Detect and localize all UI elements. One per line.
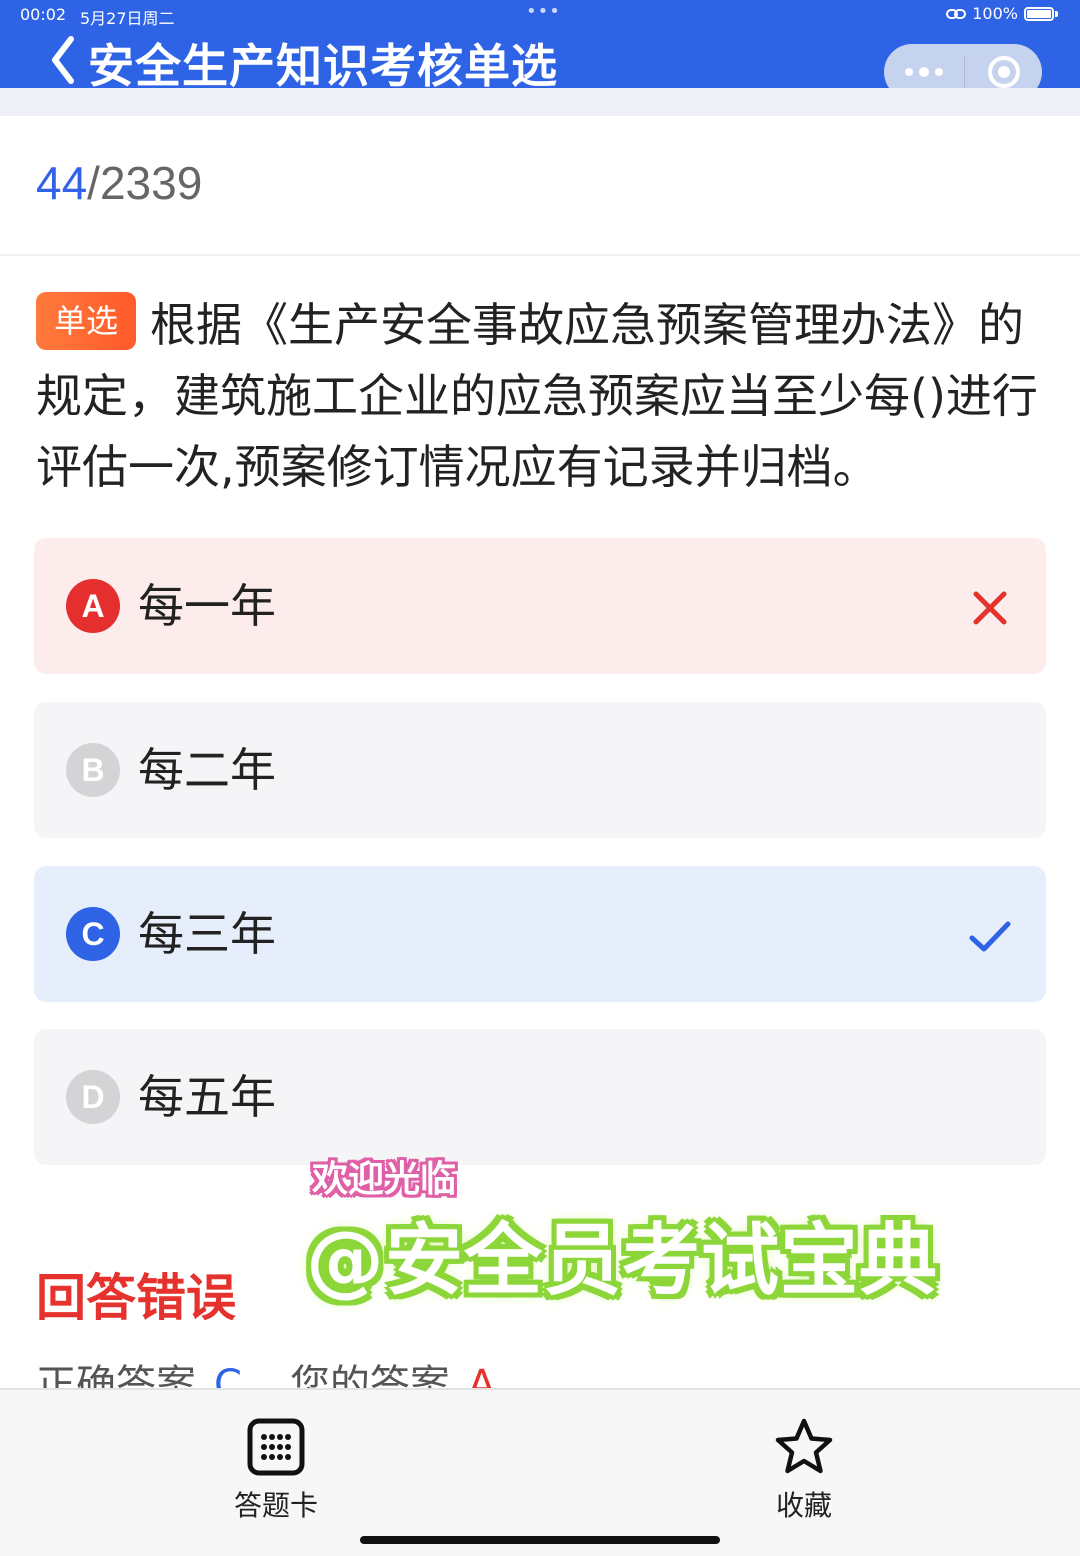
option-letter: A [66, 579, 120, 633]
favorite-button[interactable]: 收藏 [724, 1416, 884, 1524]
watermark-welcome: 欢迎光临 [312, 1159, 457, 1200]
question-stem: 根据《生产安全事故应急预案管理办法》的规定，建筑施工企业的应急预案应当至少每()… [36, 298, 1038, 494]
option-label: 每五年 [138, 1070, 276, 1124]
progress-total: 2339 [99, 157, 203, 209]
status-right: 100% [946, 4, 1058, 23]
target-icon [987, 56, 1020, 88]
option-label: 每一年 [138, 579, 276, 633]
more-dots-icon [905, 67, 943, 77]
star-icon [775, 1418, 833, 1474]
status-date: 5月27日周二 [80, 9, 175, 28]
chevron-left-icon [52, 36, 74, 84]
answer-card-label: 答题卡 [233, 1489, 318, 1522]
status-dots: ••• [526, 1, 561, 22]
option-a[interactable]: A 每一年 [34, 538, 1046, 674]
cross-icon [973, 591, 1007, 625]
option-letter: B [66, 743, 120, 797]
back-button[interactable] [44, 34, 84, 86]
grid-icon [247, 1418, 305, 1476]
option-c[interactable]: C 每三年 [34, 866, 1046, 1002]
battery-percent: 100% [972, 4, 1018, 23]
top-header: 00:02 5月27日周二 ••• 100% 安全生产知识考核单选 [0, 0, 1080, 100]
option-d[interactable]: D 每五年 [34, 1029, 1046, 1165]
favorite-label: 收藏 [775, 1489, 832, 1522]
home-indicator [360, 1536, 720, 1544]
link-icon [946, 8, 967, 19]
status-time: 00:02 [20, 5, 67, 24]
bottom-toolbar: 答题卡 收藏 [0, 1388, 1080, 1556]
watermark-account: @安全员考试宝典 [306, 1216, 939, 1306]
option-b[interactable]: B 每二年 [34, 702, 1046, 838]
question-type-badge: 单选 [36, 292, 137, 350]
answer-card-button[interactable]: 答题卡 [196, 1416, 356, 1524]
progress-current: 44 [36, 157, 88, 209]
option-label: 每二年 [138, 743, 276, 797]
question-progress: 44/2339 [36, 157, 203, 209]
result-title: 回答错误 [36, 1269, 236, 1327]
option-letter: D [66, 1070, 120, 1124]
option-letter: C [66, 907, 120, 961]
page-title: 安全生产知识考核单选 [88, 39, 558, 93]
option-label: 每三年 [138, 907, 276, 961]
question-text-block: 单选 根据《生产安全事故应急预案管理办法》的规定，建筑施工企业的应急预案应当至少每… [36, 290, 1052, 503]
battery-icon [1024, 6, 1054, 21]
check-icon [969, 921, 1011, 952]
